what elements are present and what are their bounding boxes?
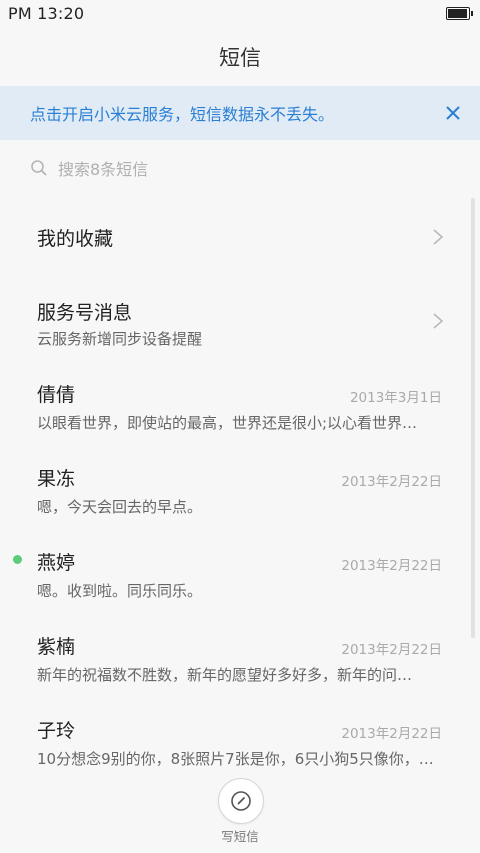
message-date: 2013年2月22日 [341, 642, 442, 658]
search-input[interactable]: 搜索8条短信 [58, 156, 148, 180]
page-title: 短信 [219, 46, 261, 70]
conversation-item[interactable]: 燕婷 2013年2月22日 嗯。收到啦。同乐同乐。 [0, 530, 480, 614]
conversation-item[interactable]: 紫楠 2013年2月22日 新年的祝福数不胜数，新年的愿望好多好多，新年的问… [0, 614, 480, 698]
contact-name: 果冻 [37, 468, 76, 490]
service-messages-item[interactable]: 服务号消息 云服务新增同步设备提醒 [0, 278, 480, 362]
favorites-item[interactable]: 我的收藏 [0, 196, 480, 278]
message-preview: 以眼看世界，即使站的最高，世界还是很小;以心看世界… [37, 414, 418, 432]
conversation-item[interactable]: 果冻 2013年2月22日 嗯，今天会回去的早点。 [0, 446, 480, 530]
search-bar[interactable]: 搜索8条短信 [0, 140, 480, 196]
message-preview: 嗯。收到啦。同乐同乐。 [37, 582, 203, 600]
chevron-right-icon [433, 229, 444, 245]
message-preview: 嗯，今天会回去的早点。 [37, 498, 203, 516]
scrollbar[interactable] [471, 198, 475, 638]
message-preview: 10分想念9别的你，8张照片7张是你，6只小狗5只像你，… [37, 750, 434, 768]
search-icon [31, 160, 47, 176]
service-messages-subtitle: 云服务新增同步设备提醒 [37, 330, 203, 348]
compose-icon [231, 791, 251, 811]
message-list: 我的收藏 服务号消息 云服务新增同步设备提醒 倩倩 2013年3月1日 以眼看世… [0, 196, 480, 782]
title-bar: 短信 [0, 28, 480, 86]
message-date: 2013年2月22日 [341, 474, 442, 490]
unread-indicator [13, 555, 22, 564]
conversation-item[interactable]: 倩倩 2013年3月1日 以眼看世界，即使站的最高，世界还是很小;以心看世界… [0, 362, 480, 446]
compose-button[interactable] [218, 778, 264, 824]
service-messages-label: 服务号消息 [37, 302, 133, 324]
battery-icon [446, 7, 473, 20]
contact-name: 子玲 [37, 720, 76, 742]
status-bar: PM 13:20 [0, 0, 480, 28]
status-time: PM 13:20 [8, 4, 85, 23]
banner-text[interactable]: 点击开启小米云服务，短信数据永不丢失。 [30, 101, 334, 125]
conversation-item[interactable]: 子玲 2013年2月22日 10分想念9别的你，8张照片7张是你，6只小狗5只像… [0, 698, 480, 782]
message-date: 2013年3月1日 [349, 390, 442, 406]
message-date: 2013年2月22日 [341, 558, 442, 574]
message-preview: 新年的祝福数不胜数，新年的愿望好多好多，新年的问… [37, 666, 413, 684]
compose-label: 写短信 [221, 829, 259, 844]
contact-name: 倩倩 [37, 384, 76, 406]
contact-name: 燕婷 [37, 552, 76, 574]
close-icon[interactable] [442, 102, 464, 124]
cloud-service-banner[interactable]: 点击开启小米云服务，短信数据永不丢失。 [0, 86, 480, 140]
chevron-right-icon [433, 313, 444, 329]
message-date: 2013年2月22日 [341, 726, 442, 742]
favorites-label: 我的收藏 [37, 228, 114, 250]
contact-name: 紫楠 [37, 636, 76, 658]
